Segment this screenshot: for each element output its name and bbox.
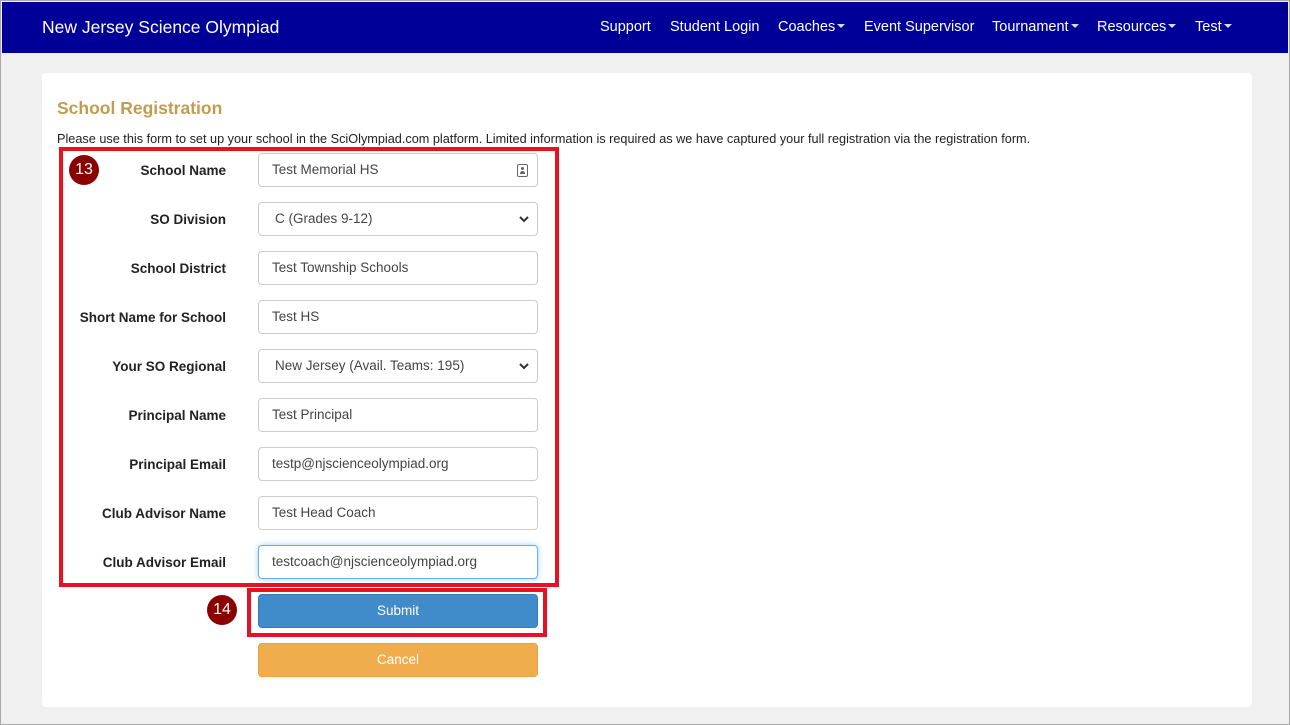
browser-frame: New Jersey Science Olympiad Support Stud… xyxy=(0,0,1290,725)
navbar: New Jersey Science Olympiad Support Stud… xyxy=(2,2,1288,53)
caret-down-icon xyxy=(1168,24,1177,29)
brand-link[interactable]: New Jersey Science Olympiad xyxy=(42,17,279,38)
nav-coaches[interactable]: Coaches xyxy=(778,19,846,35)
intro-text: Please use this form to set up your scho… xyxy=(57,132,1031,146)
step-badge-14: 14 xyxy=(207,595,237,625)
caret-down-icon xyxy=(837,24,846,29)
form-highlight-box xyxy=(59,147,559,587)
nav-resources[interactable]: Resources xyxy=(1097,19,1177,35)
nav-support[interactable]: Support xyxy=(600,19,651,35)
nav-test[interactable]: Test xyxy=(1195,19,1232,35)
cancel-button[interactable]: Cancel xyxy=(258,643,538,677)
nav-tournament[interactable]: Tournament xyxy=(992,19,1079,35)
caret-down-icon xyxy=(1070,24,1079,29)
nav-event-supervisor[interactable]: Event Supervisor xyxy=(864,19,974,35)
page-title: School Registration xyxy=(57,98,223,118)
step-badge-13: 13 xyxy=(69,155,99,185)
nav-student-login[interactable]: Student Login xyxy=(670,19,760,35)
caret-down-icon xyxy=(1223,24,1232,29)
submit-highlight-box xyxy=(247,588,547,637)
